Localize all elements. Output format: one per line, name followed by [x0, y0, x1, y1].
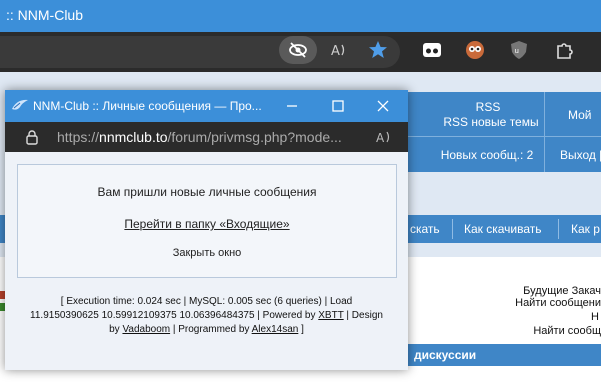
private-messages-popup: NNM-Club :: Личные сообщения — Про... ht… [5, 90, 408, 370]
nnm-bird-icon [11, 97, 29, 115]
alex14san-link[interactable]: Alex14san [252, 324, 299, 335]
read-aloud-icon[interactable]: A [330, 41, 348, 59]
extensions-puzzle-icon[interactable] [554, 40, 574, 60]
popup-address-bar[interactable]: https://nnmclub.to/forum/privmsg.php?mod… [5, 122, 408, 152]
stats-line-1: [ Execution time: 0.024 sec | MySQL: 0.0… [60, 296, 353, 307]
menu-divider [558, 219, 559, 239]
maximize-icon[interactable] [331, 99, 345, 113]
svg-text:u: u [515, 47, 519, 55]
menu-item-search[interactable]: скать [410, 222, 440, 236]
rss-new-topics-link[interactable]: RSS новые темы [436, 115, 546, 129]
popup-title-bar: NNM-Club :: Личные сообщения — Про... [5, 90, 408, 122]
svg-text:A: A [331, 44, 340, 59]
discussions-title: дискуссии [414, 348, 477, 362]
vadaboom-link[interactable]: Vadaboom [122, 324, 170, 335]
message-notice-box: Вам пришли новые личные сообщения Перейт… [17, 164, 397, 278]
ublock-shield-icon[interactable]: u [509, 40, 529, 60]
lock-icon [25, 129, 39, 145]
extension-owl-icon[interactable] [465, 40, 485, 60]
rss-link[interactable]: RSS [458, 100, 518, 114]
extension-glasses-icon[interactable] [422, 40, 442, 60]
inbox-link[interactable]: Перейти в папку «Входящие» [18, 217, 396, 231]
svg-text:A: A [376, 131, 385, 145]
browser-title: :: NNM-Club [6, 7, 84, 23]
minimize-icon[interactable] [285, 99, 299, 113]
top-nav: RSS RSS новые темы Мой Новых сообщ.: 2 В… [408, 92, 601, 172]
new-messages-link[interactable]: Новых сообщ.: 2 [432, 148, 542, 162]
nav-hdivider [408, 136, 601, 137]
nav-divider [544, 92, 545, 172]
page-stats-footer: [ Execution time: 0.024 sec | MySQL: 0.0… [11, 295, 402, 337]
new-messages-notice: Вам пришли новые личные сообщения [97, 185, 317, 199]
future-uploads-link[interactable]: Будущие Закач [523, 285, 601, 297]
xbtt-link[interactable]: XBTT [318, 310, 343, 321]
discussions-header: дискуссии [408, 344, 601, 366]
close-window-link[interactable]: Закрыть окно [18, 247, 396, 259]
find-link[interactable]: Н [591, 311, 599, 323]
menu-item-how-to[interactable]: Как р [571, 222, 600, 236]
eye-slash-icon [288, 41, 308, 59]
my-link[interactable]: Мой [568, 108, 601, 122]
find-posts-link[interactable]: Найти сообщени [515, 297, 601, 309]
close-icon[interactable] [376, 99, 390, 113]
logout-link[interactable]: Выход [ [560, 148, 601, 162]
find-posts-link-2[interactable]: Найти сообщ [533, 325, 601, 337]
menu-divider [452, 219, 453, 239]
popup-title: NNM-Club :: Личные сообщения — Про... [33, 99, 262, 113]
favorite-star-icon[interactable] [368, 40, 388, 60]
menu-item-how-to-download[interactable]: Как скачивать [464, 222, 542, 236]
stats-line-3: by Vadaboom | Programmed by Alex14san ] [109, 324, 304, 335]
read-aloud-icon[interactable]: A [375, 129, 393, 145]
stats-line-2: 11.9150390625 10.59912109375 10.06396484… [30, 310, 383, 321]
popup-url[interactable]: https://nnmclub.to/forum/privmsg.php?mod… [57, 129, 342, 145]
browser-title-bar: :: NNM-Club [0, 0, 601, 32]
popup-body: Вам пришли новые личные сообщения Перейт… [5, 152, 408, 370]
